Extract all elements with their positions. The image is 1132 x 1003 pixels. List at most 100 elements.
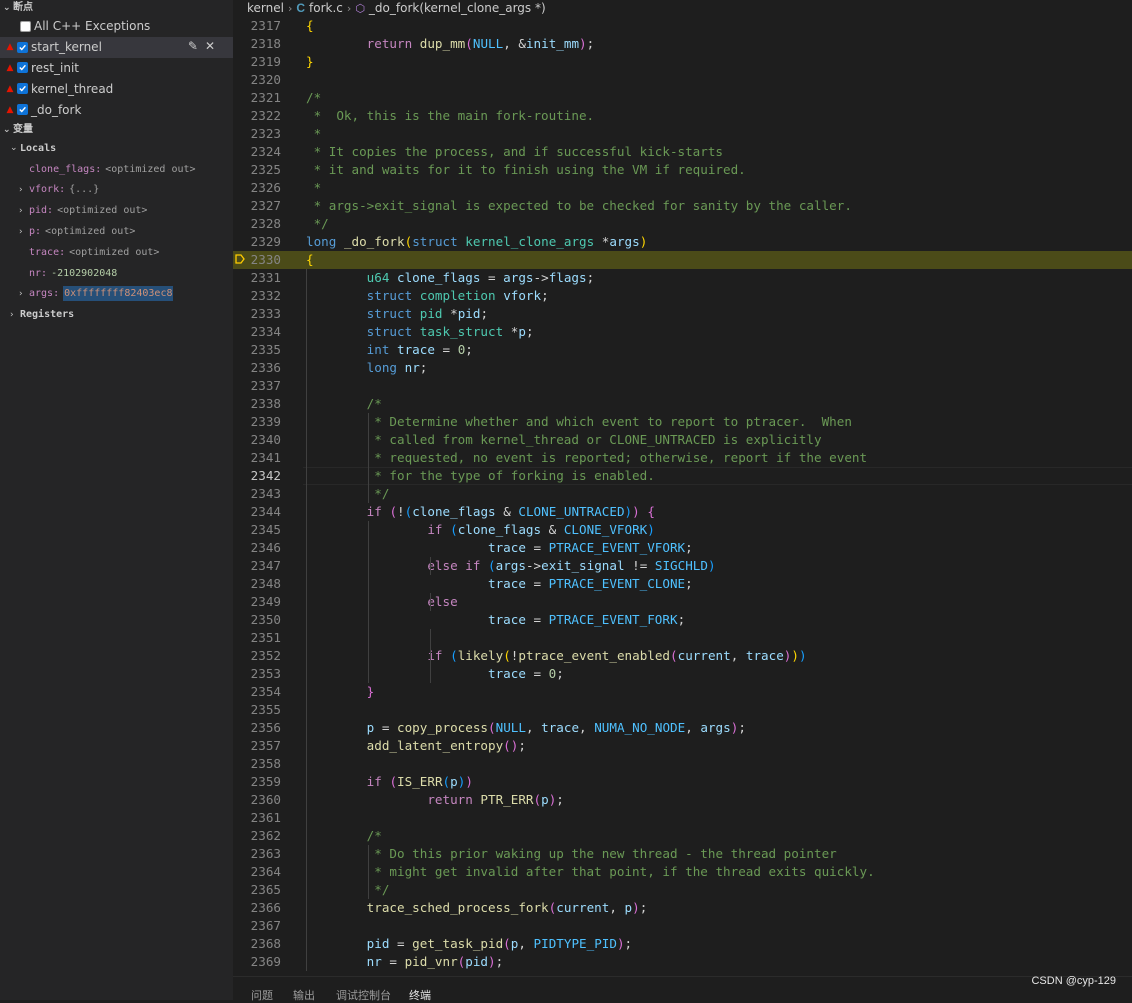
line-number[interactable]: 2357 — [233, 737, 281, 755]
line-number[interactable]: 2328 — [233, 215, 281, 233]
edit-pencil-icon[interactable]: ✎ — [188, 39, 198, 53]
checkbox[interactable] — [17, 104, 28, 116]
code-line[interactable]: 2331 u64 clone_flags = args->flags; — [233, 269, 1132, 287]
code-line[interactable]: 2358 — [233, 755, 1132, 773]
line-number[interactable]: 2339 — [233, 413, 281, 431]
code-line[interactable]: 2327 * args->exit_signal is expected to … — [233, 197, 1132, 215]
line-number[interactable]: 2340 — [233, 431, 281, 449]
line-number[interactable]: 2361 — [233, 809, 281, 827]
variable-item[interactable]: trace: <optimized out> — [0, 242, 233, 263]
breakpoint-all-exceptions[interactable]: All C++ Exceptions — [0, 16, 233, 37]
code-line[interactable]: 2335 int trace = 0; — [233, 341, 1132, 359]
line-number[interactable]: 2344 — [233, 503, 281, 521]
code-line[interactable]: 2356 p = copy_process(NULL, trace, NUMA_… — [233, 719, 1132, 737]
code-line[interactable]: 2319} — [233, 53, 1132, 71]
code-line[interactable]: 2344 if (!(clone_flags & CLONE_UNTRACED)… — [233, 503, 1132, 521]
code-line[interactable]: 2354 } — [233, 683, 1132, 701]
code-line[interactable]: 2355 — [233, 701, 1132, 719]
line-number[interactable]: 2319 — [233, 53, 281, 71]
chevron-right-icon[interactable]: › — [19, 289, 29, 299]
line-number[interactable]: 2346 — [233, 539, 281, 557]
breakpoint-item[interactable]: ▲ _do_fork — [0, 99, 233, 120]
tab-output[interactable]: 输出 — [293, 987, 315, 1003]
code-line[interactable]: 2317 { — [233, 17, 1132, 35]
line-number[interactable]: 2366 — [233, 899, 281, 917]
line-number[interactable]: 2352 — [233, 647, 281, 665]
line-number[interactable]: 2317 — [233, 17, 281, 35]
breakpoints-section-header[interactable]: ⌄ 断点 — [0, 0, 233, 16]
close-icon[interactable]: ✕ — [205, 39, 215, 53]
line-number[interactable]: 2365 — [233, 881, 281, 899]
code-line[interactable]: 2362 /* — [233, 827, 1132, 845]
variable-item[interactable]: › args: 0xffffffff82403ec8 — [0, 284, 233, 305]
line-number[interactable]: 2329 — [233, 233, 281, 251]
line-number[interactable]: 2334 — [233, 323, 281, 341]
code-line[interactable]: 2369 nr = pid_vnr(pid); — [233, 953, 1132, 971]
locals-scope[interactable]: ⌄ Locals — [0, 138, 233, 159]
line-number[interactable]: 2327 — [233, 197, 281, 215]
variables-section-header[interactable]: ⌄ 变量 — [0, 122, 233, 138]
code-line[interactable]: 2326 * — [233, 179, 1132, 197]
code-line[interactable]: 2323 * — [233, 125, 1132, 143]
line-number[interactable]: 2367 — [233, 917, 281, 935]
line-number[interactable]: 2337 — [233, 377, 281, 395]
line-number[interactable]: 2368 — [233, 935, 281, 953]
line-number[interactable]: 2338 — [233, 395, 281, 413]
code-line[interactable]: 2368 pid = get_task_pid(p, PIDTYPE_PID); — [233, 935, 1132, 953]
breakpoint-item[interactable]: ▲ rest_init — [0, 58, 233, 79]
line-number[interactable]: 2362 — [233, 827, 281, 845]
line-number[interactable]: 2348 — [233, 575, 281, 593]
line-number[interactable]: 2355 — [233, 701, 281, 719]
tab-terminal[interactable]: 终端 — [409, 987, 431, 1003]
line-number[interactable]: 2351 — [233, 629, 281, 647]
variable-item[interactable]: › pid: <optimized out> — [0, 200, 233, 221]
line-number[interactable]: 2358 — [233, 755, 281, 773]
line-number[interactable]: 2326 — [233, 179, 281, 197]
line-number[interactable]: 2349 — [233, 593, 281, 611]
line-number[interactable]: 2323 — [233, 125, 281, 143]
variable-item[interactable]: nr: -2102902048 — [0, 263, 233, 284]
line-number[interactable]: 2347 — [233, 557, 281, 575]
code-line[interactable]: 2360 return PTR_ERR(p); — [233, 791, 1132, 809]
checkbox[interactable] — [17, 83, 28, 95]
line-number[interactable]: 2331 — [233, 269, 281, 287]
line-number[interactable]: 2342 — [233, 467, 281, 485]
variable-item[interactable]: clone_flags: <optimized out> — [0, 159, 233, 180]
line-number[interactable]: 2318 — [233, 35, 281, 53]
line-number[interactable]: 2369 — [233, 953, 281, 971]
checkbox[interactable] — [17, 62, 28, 74]
line-number[interactable]: 2332 — [233, 287, 281, 305]
code-line[interactable]: 2325 * it and waits for it to finish usi… — [233, 161, 1132, 179]
line-number[interactable]: 2341 — [233, 449, 281, 467]
variable-item[interactable]: › p: <optimized out> — [0, 221, 233, 242]
line-number[interactable]: 2359 — [233, 773, 281, 791]
variable-item[interactable]: › vfork: {...} — [0, 180, 233, 201]
code-line[interactable]: 2330{ — [233, 251, 1132, 269]
line-number[interactable]: 2335 — [233, 341, 281, 359]
code-line[interactable]: 2321 /* — [233, 89, 1132, 107]
line-number[interactable]: 2363 — [233, 845, 281, 863]
breadcrumb-file[interactable]: fork.c — [309, 1, 343, 15]
code-line[interactable]: 2366 trace_sched_process_fork(current, p… — [233, 899, 1132, 917]
chevron-right-icon[interactable]: › — [19, 227, 29, 237]
line-number[interactable]: 2345 — [233, 521, 281, 539]
code-line[interactable]: 2337 — [233, 377, 1132, 395]
code-line[interactable]: 2332 struct completion vfork; — [233, 287, 1132, 305]
breadcrumb-symbol[interactable]: _do_fork(kernel_clone_args *) — [369, 1, 546, 15]
code-line[interactable]: 2333 struct pid *pid; — [233, 305, 1132, 323]
line-number[interactable]: 2320 — [233, 71, 281, 89]
line-number[interactable]: 2353 — [233, 665, 281, 683]
line-number[interactable]: 2356 — [233, 719, 281, 737]
breakpoint-item[interactable]: ▲ kernel_thread — [0, 78, 233, 99]
breadcrumb-folder[interactable]: kernel — [247, 1, 284, 15]
line-number[interactable]: 2322 — [233, 107, 281, 125]
line-number[interactable]: 2343 — [233, 485, 281, 503]
code-line[interactable]: 2359 if (IS_ERR(p)) — [233, 773, 1132, 791]
code-line[interactable]: 2322 * Ok, this is the main fork-routine… — [233, 107, 1132, 125]
line-number[interactable]: 2324 — [233, 143, 281, 161]
code-line[interactable]: 2324 * It copies the process, and if suc… — [233, 143, 1132, 161]
code-line[interactable]: 2329 long _do_fork(struct kernel_clone_ar… — [233, 233, 1132, 251]
tab-debug-console[interactable]: 调试控制台 — [336, 987, 391, 1003]
line-number[interactable]: 2354 — [233, 683, 281, 701]
code-line[interactable]: 2334 struct task_struct *p; — [233, 323, 1132, 341]
